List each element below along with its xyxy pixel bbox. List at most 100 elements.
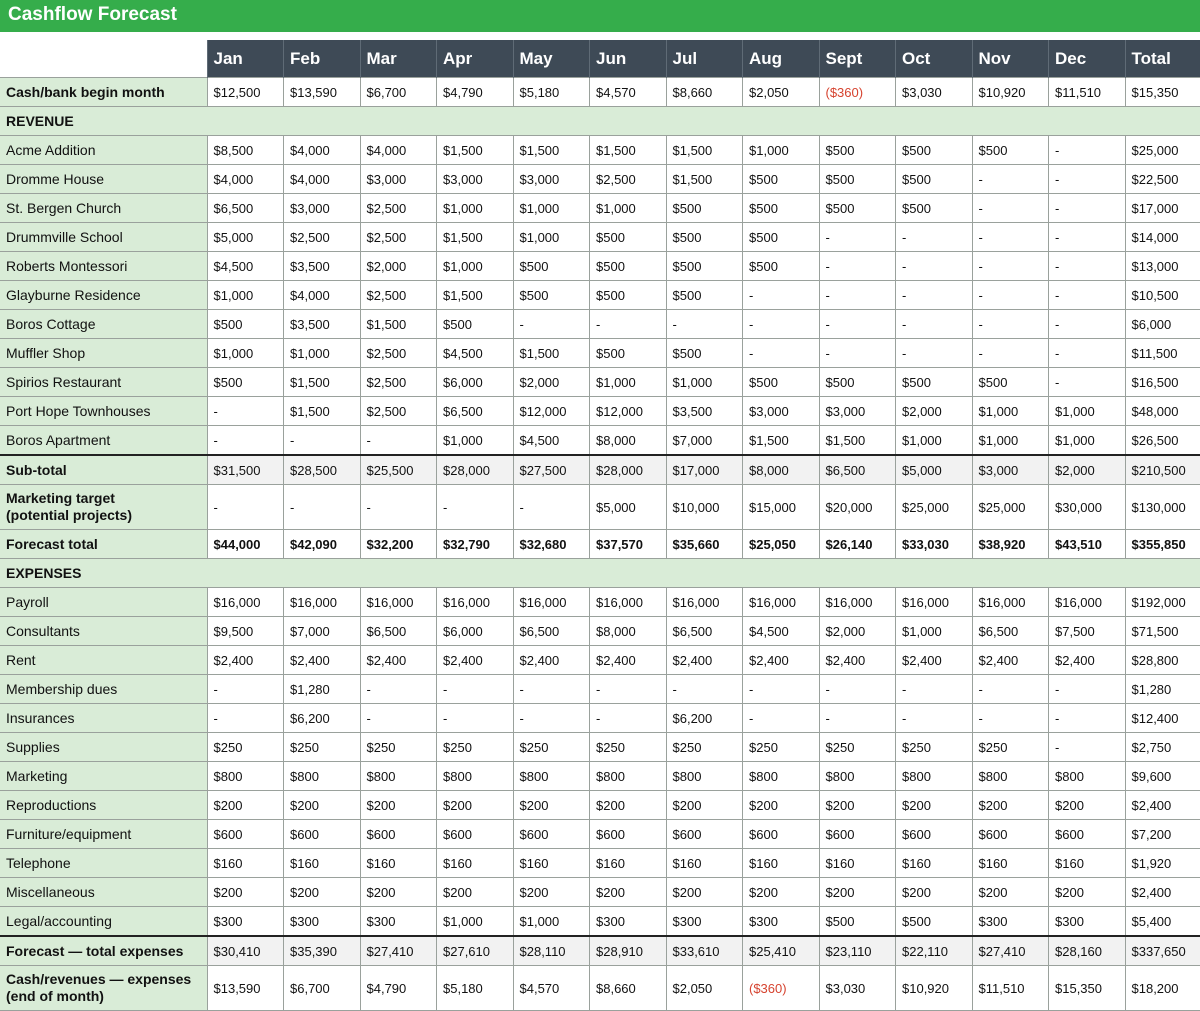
value-cell: $27,610 [436, 935, 514, 966]
table-body: Cash/bank begin month $12,500 $13,590 $6,70… [0, 77, 1200, 1011]
value-cell: $800 [818, 761, 896, 791]
value-cell: $4,000 [283, 135, 361, 165]
total-cell: $71,500 [1124, 616, 1200, 646]
row-label-line2: (end of month) [6, 988, 104, 1004]
row-label: Marketing [0, 761, 208, 791]
value-cell: - [1048, 732, 1126, 762]
value-cell: $800 [665, 761, 743, 791]
value-cell: - [1048, 135, 1126, 165]
value-cell: $160 [971, 848, 1049, 878]
value-cell: $2,400 [206, 645, 284, 675]
value-cell: $2,400 [971, 645, 1049, 675]
value-cell: $800 [206, 761, 284, 791]
value-cell: $25,410 [742, 935, 820, 966]
value-cell: $200 [359, 790, 437, 820]
value-cell: $300 [665, 906, 743, 937]
value-cell: $160 [283, 848, 361, 878]
section-label: EXPENSES [0, 558, 1200, 588]
value-cell: $27,410 [971, 935, 1049, 966]
value-cell: $16,000 [359, 587, 437, 617]
value-cell: $1,000 [895, 616, 973, 646]
value-cell: - [1048, 338, 1126, 368]
value-cell: $1,000 [971, 425, 1049, 456]
value-cell: $3,500 [665, 396, 743, 426]
value-cell: $800 [436, 761, 514, 791]
total-cell: $48,000 [1124, 396, 1200, 426]
section-header-row: REVENUE [0, 106, 1200, 136]
value-cell: - [512, 309, 590, 339]
value-cell: $160 [206, 848, 284, 878]
value-cell: $200 [895, 790, 973, 820]
row-label: Supplies [0, 732, 208, 762]
total-cell: $210,500 [1124, 454, 1200, 485]
value-cell: $26,140 [818, 529, 896, 559]
total-cell: $7,200 [1124, 819, 1200, 849]
value-cell: $3,030 [895, 77, 973, 107]
row-label: Legal/accounting [0, 906, 208, 937]
total-cell: $18,200 [1124, 965, 1200, 1011]
value-cell: $3,500 [283, 251, 361, 281]
value-cell: $160 [436, 848, 514, 878]
value-cell: $2,500 [359, 193, 437, 223]
row-label: Port Hope Townhouses [0, 396, 208, 426]
value-cell: $800 [1048, 761, 1126, 791]
value-cell: $200 [283, 877, 361, 907]
value-cell: $5,000 [206, 222, 284, 252]
value-cell: $1,000 [589, 367, 667, 397]
value-cell: $500 [512, 251, 590, 281]
value-cell: $2,500 [359, 222, 437, 252]
value-cell: $250 [971, 732, 1049, 762]
value-cell: $1,280 [283, 674, 361, 704]
total-cell: $2,400 [1124, 877, 1200, 907]
value-cell: $2,400 [436, 645, 514, 675]
value-cell: - [971, 309, 1049, 339]
row-label: Cash/revenues — expenses (end of month) [0, 965, 208, 1011]
table-row: Consultants $9,500 $7,000 $6,500 $6,000 $6,50… [0, 616, 1200, 646]
total-cell: $13,000 [1124, 251, 1200, 281]
value-cell: $10,920 [971, 77, 1049, 107]
value-cell: $200 [971, 877, 1049, 907]
value-cell: $7,500 [1048, 616, 1126, 646]
value-cell: $16,000 [1048, 587, 1126, 617]
header-cell: Oct [895, 40, 972, 78]
total-cell: $5,400 [1124, 906, 1200, 937]
value-cell: $42,090 [283, 529, 361, 559]
value-cell: $35,390 [283, 935, 361, 966]
value-cell: $250 [665, 732, 743, 762]
value-cell: - [589, 674, 667, 704]
value-cell: - [359, 703, 437, 733]
table-row: Dromme House $4,000 $4,000 $3,000 $3,000 $3,0… [0, 164, 1200, 194]
value-cell: $32,790 [436, 529, 514, 559]
value-cell: $28,160 [1048, 935, 1126, 966]
value-cell: $2,400 [665, 645, 743, 675]
value-cell: $500 [742, 251, 820, 281]
value-cell: ($360) [818, 77, 896, 107]
value-cell: $500 [665, 193, 743, 223]
value-cell: $500 [895, 164, 973, 194]
value-cell: - [512, 484, 590, 530]
table-row: Drummville School $5,000 $2,500 $2,500 $1,50… [0, 222, 1200, 252]
value-cell: $2,400 [818, 645, 896, 675]
row-label-line1: Marketing target [6, 490, 115, 506]
row-label: Sub-total [0, 454, 208, 485]
value-cell: $160 [589, 848, 667, 878]
value-cell: - [971, 251, 1049, 281]
total-cell: $17,000 [1124, 193, 1200, 223]
total-cell: $130,000 [1124, 484, 1200, 530]
value-cell: $5,180 [436, 965, 514, 1011]
total-cell: $2,400 [1124, 790, 1200, 820]
value-cell: $1,000 [206, 280, 284, 310]
value-cell: $200 [1048, 790, 1126, 820]
header-cell: Feb [283, 40, 360, 78]
value-cell: $2,500 [359, 338, 437, 368]
value-cell: - [512, 703, 590, 733]
value-cell: $500 [436, 309, 514, 339]
total-cell: $28,800 [1124, 645, 1200, 675]
value-cell: $3,000 [359, 164, 437, 194]
value-cell: - [436, 484, 514, 530]
value-cell: $200 [512, 790, 590, 820]
value-cell: $4,790 [436, 77, 514, 107]
value-cell: ($360) [742, 965, 820, 1011]
value-cell: $1,000 [436, 425, 514, 456]
value-cell: $500 [589, 222, 667, 252]
